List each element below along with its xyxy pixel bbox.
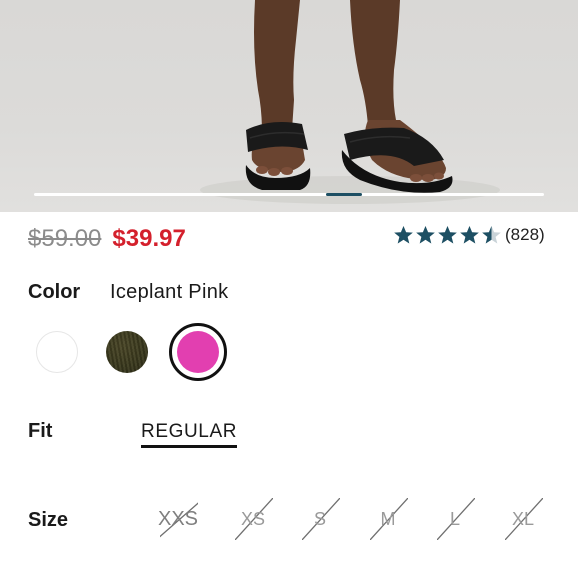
size-option-label: XS: [240, 508, 265, 529]
original-price: $59.00: [28, 225, 102, 252]
sandal-photo-illustration: [200, 0, 500, 204]
selected-color-name: Iceplant Pink: [110, 281, 229, 303]
fit-option-regular[interactable]: REGULAR: [141, 421, 238, 448]
sale-price: $39.97: [112, 225, 186, 252]
size-option-label: XXS: [157, 507, 199, 530]
size-option-label: L: [449, 508, 460, 529]
star-icon: [482, 226, 501, 244]
color-label: Color: [28, 281, 81, 303]
star-rating: [393, 225, 503, 245]
color-swatch-fill: [177, 331, 219, 373]
size-label: Size: [28, 509, 69, 531]
product-image[interactable]: [0, 0, 578, 212]
size-option-s[interactable]: S: [290, 496, 350, 542]
size-option-xl[interactable]: XL: [493, 496, 553, 542]
star-icon: [460, 226, 479, 244]
gallery-progress-indicator[interactable]: [326, 193, 362, 196]
star-icon: [394, 226, 413, 244]
color-swatch-white[interactable]: [36, 331, 78, 373]
size-option-label: XL: [511, 508, 535, 529]
size-option-label: M: [380, 508, 396, 529]
color-swatch-olive[interactable]: [106, 331, 148, 373]
rating-summary[interactable]: (828): [393, 223, 545, 247]
size-option-xs[interactable]: XS: [223, 496, 283, 542]
price-row: $59.00 $39.97: [28, 222, 186, 256]
color-swatch-iceplant-pink[interactable]: [169, 323, 227, 381]
review-count[interactable]: (828): [505, 225, 545, 245]
size-option-label: S: [313, 508, 326, 529]
size-option-m[interactable]: M: [358, 496, 418, 542]
star-icon: [416, 226, 435, 244]
star-icon: [438, 226, 457, 244]
fit-label: Fit: [28, 420, 53, 442]
gallery-progress-bar[interactable]: [34, 193, 544, 196]
size-option-l[interactable]: L: [425, 496, 485, 542]
size-option-xxs[interactable]: XXS: [148, 496, 208, 542]
